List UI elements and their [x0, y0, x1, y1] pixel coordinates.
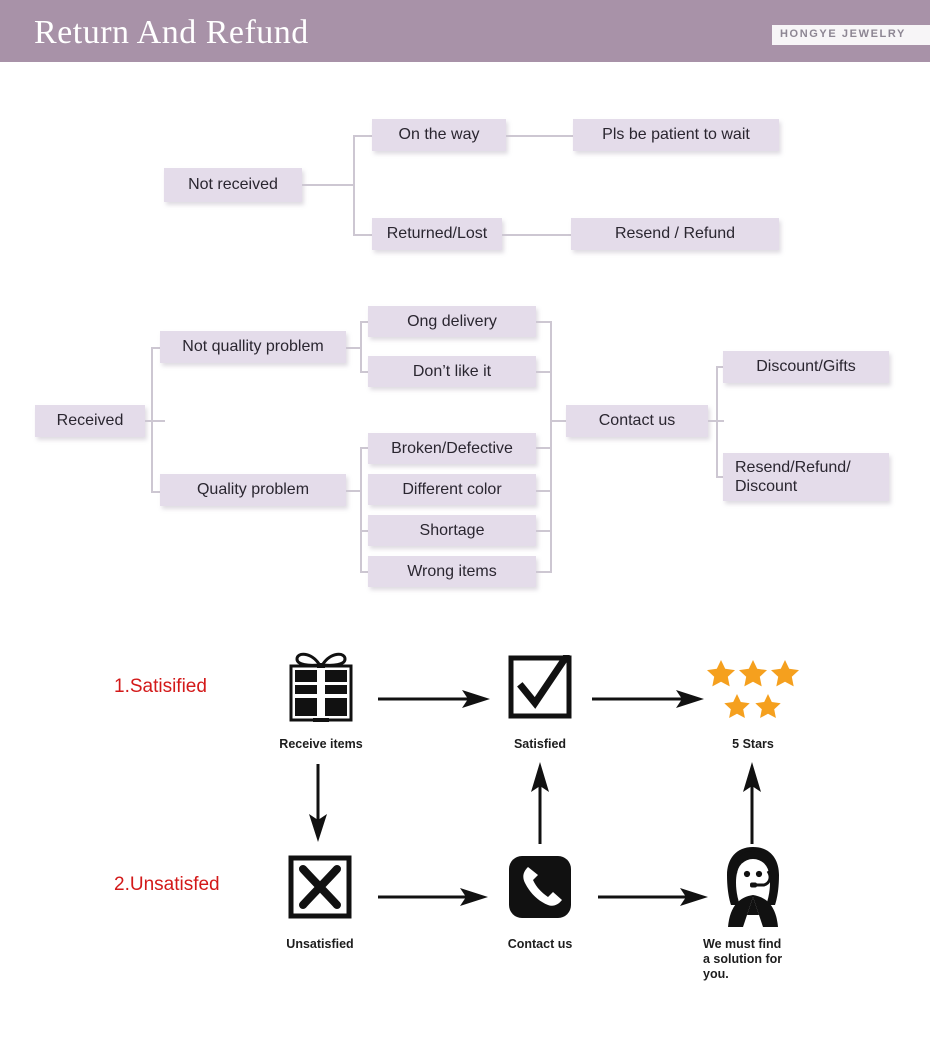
node-dont-like-it[interactable]: Don’t like it — [368, 356, 536, 387]
check-box-icon — [508, 652, 572, 719]
caption-solution: We must find a solution for you. — [703, 937, 783, 981]
caption-satisfied: Satisfied — [513, 737, 567, 751]
node-contact-us[interactable]: Contact us — [566, 405, 708, 437]
node-not-received[interactable]: Not received — [164, 168, 302, 202]
node-broken-defective[interactable]: Broken/Defective — [368, 433, 536, 464]
caption-contact-us: Contact us — [507, 937, 573, 951]
connector-line — [550, 321, 552, 573]
arrow-right-icon — [598, 886, 708, 913]
page-title: Return And Refund — [34, 14, 309, 51]
connector-line — [145, 420, 165, 422]
caption-receive-items: Receive items — [279, 737, 363, 751]
process-row-label-unsatisfied: 2.Unsatisfed — [114, 874, 220, 895]
process-row-label-satisfied: 1.Satisified — [114, 676, 207, 697]
node-resend-refund-discount[interactable]: Resend/Refund/ Discount — [723, 453, 889, 501]
connector-line — [360, 322, 362, 372]
page-header: Return And Refund HONGYE JEWELRY — [0, 0, 930, 62]
arrow-down-icon — [306, 764, 330, 847]
node-not-quality-problem[interactable]: Not quallity problem — [160, 331, 346, 363]
node-returned-lost[interactable]: Returned/Lost — [372, 218, 502, 250]
node-resend-refund[interactable]: Resend / Refund — [571, 218, 779, 250]
node-be-patient[interactable]: Pls be patient to wait — [573, 119, 779, 151]
connector-line — [716, 367, 718, 477]
connector-line — [506, 135, 574, 137]
connector-line — [302, 184, 354, 186]
node-shortage[interactable]: Shortage — [368, 515, 536, 546]
connector-line — [151, 348, 153, 493]
node-discount-gifts[interactable]: Discount/Gifts — [723, 351, 889, 383]
connector-line — [360, 448, 362, 572]
arrow-right-icon — [378, 886, 488, 913]
connector-line — [502, 234, 572, 236]
arrow-up-icon — [528, 762, 552, 849]
node-on-the-way[interactable]: On the way — [372, 119, 506, 151]
caption-unsatisfied: Unsatisfied — [286, 937, 354, 951]
connector-line — [353, 234, 373, 236]
brand-badge: HONGYE JEWELRY — [772, 25, 930, 45]
phone-icon — [508, 855, 572, 919]
connector-line — [353, 136, 355, 236]
caption-five-stars: 5 Stars — [732, 737, 774, 751]
node-different-color[interactable]: Different color — [368, 474, 536, 505]
x-box-icon — [288, 855, 352, 919]
arrow-right-icon — [592, 688, 704, 715]
gift-icon — [281, 648, 361, 724]
arrow-right-icon — [378, 688, 490, 715]
connector-line — [550, 420, 567, 422]
node-wrong-items[interactable]: Wrong items — [368, 556, 536, 587]
node-received[interactable]: Received — [35, 405, 145, 437]
support-agent-icon — [716, 845, 790, 929]
stars-icon — [706, 658, 800, 726]
node-ong-delivery[interactable]: Ong delivery — [368, 306, 536, 337]
node-quality-problem[interactable]: Quality problem — [160, 474, 346, 506]
arrow-up-icon — [740, 762, 764, 849]
brand-badge-label: HONGYE JEWELRY — [780, 28, 906, 40]
